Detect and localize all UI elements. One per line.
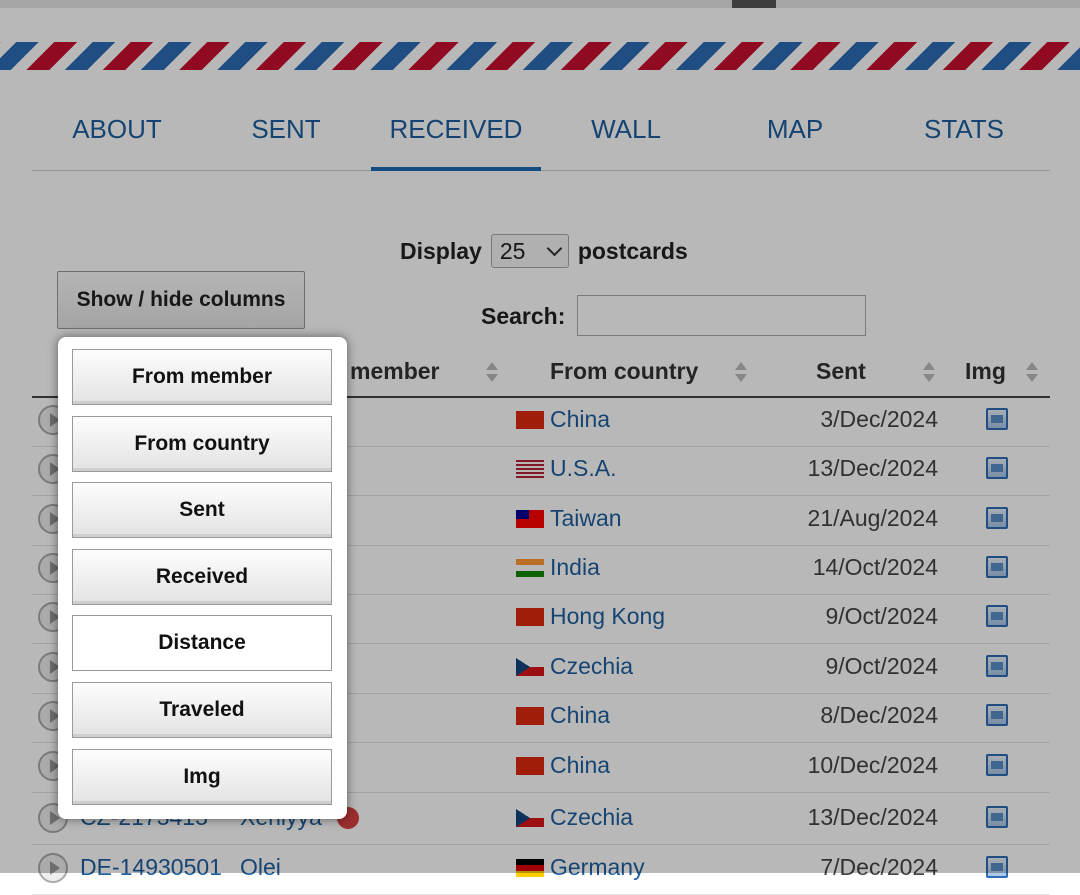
- column-toggle-from-member[interactable]: From member: [72, 349, 332, 405]
- column-toggle-img[interactable]: Img: [72, 749, 332, 805]
- column-toggle-received[interactable]: Received: [72, 549, 332, 605]
- column-toggle-distance[interactable]: Distance: [72, 615, 332, 671]
- column-toggle-sent[interactable]: Sent: [72, 482, 332, 538]
- column-toggle-from-country[interactable]: From country: [72, 416, 332, 472]
- column-visibility-popup: From member From country Sent Received Dista…: [58, 337, 347, 819]
- page: ABOUT SENT RECEIVED WALL MAP STATS Displ…: [0, 0, 1080, 895]
- column-toggle-traveled[interactable]: Traveled: [72, 682, 332, 738]
